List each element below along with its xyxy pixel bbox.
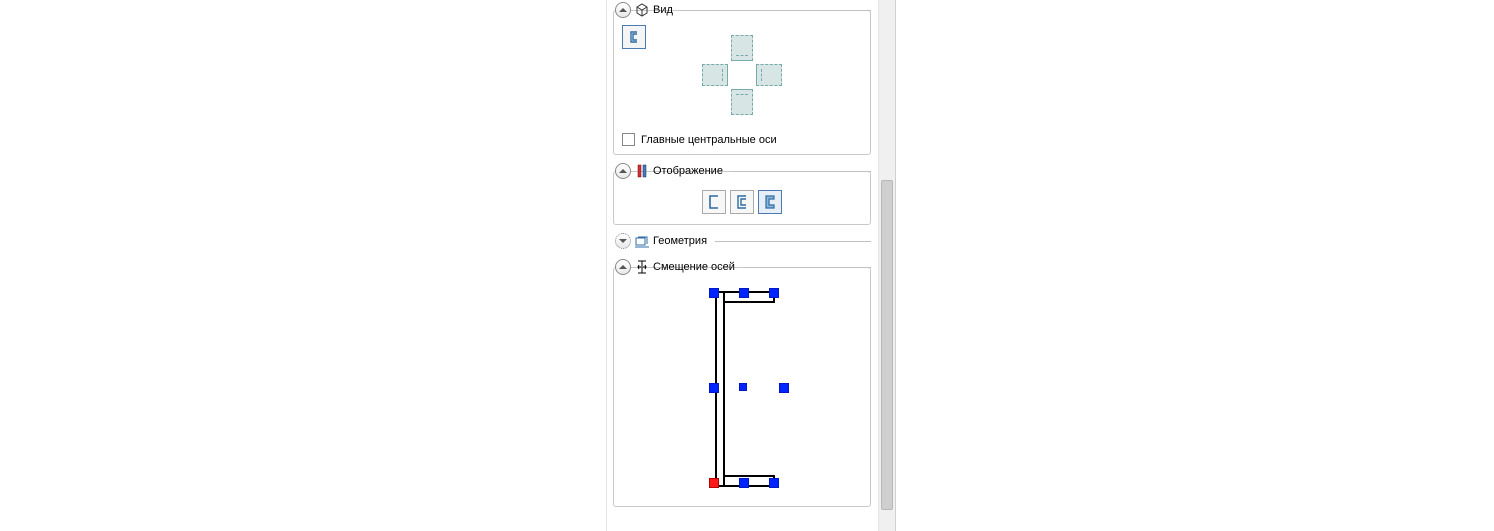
view-direction-picker	[622, 25, 862, 125]
vertical-scrollbar[interactable]	[878, 0, 895, 531]
principal-axes-checkbox[interactable]	[622, 133, 635, 146]
offset-marker-top-center[interactable]	[739, 288, 749, 298]
display-mode-wireframe[interactable]	[702, 190, 726, 214]
chevron-down-icon	[619, 239, 627, 243]
offset-marker-top-left[interactable]	[709, 288, 719, 298]
section-title-geometry: Геометрия	[653, 235, 707, 247]
expand-toggle-geometry[interactable]	[615, 233, 631, 249]
c-section-icon	[627, 30, 641, 44]
geometry-icon	[635, 234, 649, 248]
view-left-button[interactable]	[702, 64, 728, 86]
section-display: Отображение	[613, 161, 871, 225]
axis-offset-diagram	[622, 282, 862, 498]
offset-marker-bottom-right[interactable]	[769, 478, 779, 488]
axis-offset-icon	[635, 260, 649, 274]
view-right-button[interactable]	[756, 64, 782, 86]
cube-icon	[635, 3, 649, 17]
chevron-up-icon	[619, 265, 627, 269]
section-geometry: Геометрия	[613, 231, 871, 251]
offset-marker-bottom-left[interactable]	[709, 478, 719, 488]
display-mode-solid[interactable]	[758, 190, 782, 214]
offset-marker-bottom-center[interactable]	[739, 478, 749, 488]
section-title-view: Вид	[653, 4, 673, 16]
view-front-button[interactable]	[622, 25, 646, 49]
view-bottom-button[interactable]	[731, 89, 753, 115]
section-title-display: Отображение	[653, 165, 723, 177]
offset-marker-middle-right[interactable]	[779, 383, 789, 393]
offset-marker-middle-left[interactable]	[709, 383, 719, 393]
principal-axes-label: Главные центральные оси	[641, 134, 777, 146]
section-view: Вид Главные центральные оси	[613, 0, 871, 155]
collapse-toggle-offset[interactable]	[615, 259, 631, 275]
display-mode-icon	[635, 164, 649, 178]
offset-marker-middle-center[interactable]	[739, 383, 747, 391]
view-top-button[interactable]	[731, 35, 753, 61]
offset-marker-top-right[interactable]	[769, 288, 779, 298]
properties-panel: Вид Главные центральные оси	[606, 0, 896, 531]
section-axis-offset: Смещение осей	[613, 257, 871, 507]
section-title-offset: Смещение осей	[653, 261, 735, 273]
chevron-up-icon	[619, 169, 627, 173]
display-mode-outline[interactable]	[730, 190, 754, 214]
scrollbar-thumb[interactable]	[881, 180, 893, 510]
collapse-toggle-display[interactable]	[615, 163, 631, 179]
chevron-up-icon	[619, 8, 627, 12]
collapse-toggle-view[interactable]	[615, 2, 631, 18]
